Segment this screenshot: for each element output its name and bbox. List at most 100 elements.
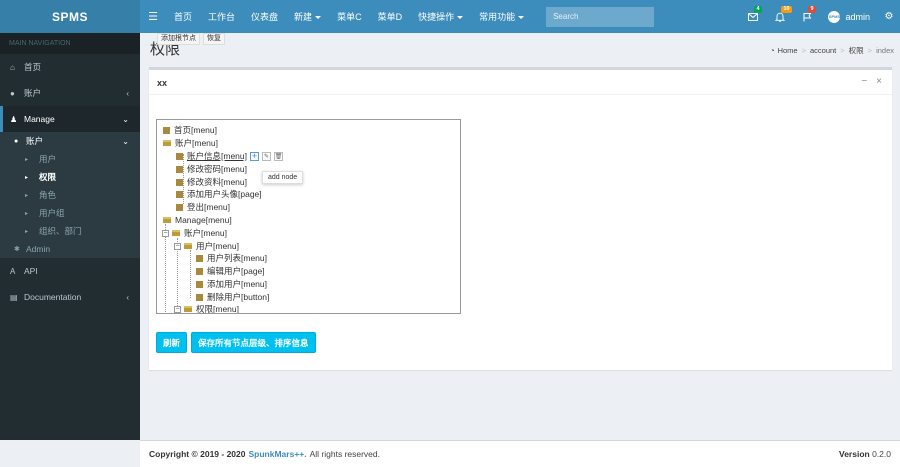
delete-node-icon[interactable]: 🗑: [274, 151, 283, 161]
submenu-item-organization[interactable]: ▸ 组织、部门: [0, 222, 140, 240]
flag-icon: [803, 12, 812, 21]
collapse-switch-icon[interactable]: −: [162, 229, 169, 237]
envelope-icon: [747, 12, 758, 21]
content-header: 权限 ◔ Home > account > 权限 > index: [150, 38, 894, 62]
file-icon: [196, 280, 203, 288]
sidebar-item-home[interactable]: ⌂ 首页: [0, 54, 140, 80]
breadcrumb: ◔ Home > account > 权限 > index: [770, 45, 894, 56]
user-name: admin: [845, 11, 870, 22]
tree-node[interactable]: 修改资料[menu]: [176, 176, 247, 188]
submenu-item-roles[interactable]: ▸ 角色: [0, 186, 140, 204]
submenu-item-users[interactable]: ▸ 用户: [0, 150, 140, 168]
chevron-down-icon: ⌄: [122, 114, 129, 124]
sidebar-item-account[interactable]: ● 账户 ‹: [0, 80, 140, 106]
user-icon: ●: [14, 137, 19, 145]
tree-node[interactable]: − 用户[menu]: [174, 240, 239, 252]
navbar-right: 4 10 9 SPMS admin ⚙: [739, 0, 900, 33]
tree-node[interactable]: 账户[menu]: [163, 137, 218, 149]
messages-button[interactable]: 4: [739, 0, 766, 33]
nav-item-quick-actions[interactable]: 快捷操作: [410, 10, 471, 23]
caret-down-icon: [315, 16, 322, 20]
notifications-badge: 10: [781, 6, 792, 13]
sidebar-item-api[interactable]: A API: [0, 258, 140, 284]
tree-node[interactable]: 编辑用户[page]: [196, 265, 265, 277]
sidebar-toggle-icon[interactable]: ☰: [140, 10, 166, 23]
caret-right-icon: ▸: [25, 192, 29, 199]
dashboard-icon: ◔: [770, 46, 775, 55]
home-icon: ⌂: [10, 62, 15, 72]
tree-node[interactable]: Manage[menu]: [163, 214, 232, 226]
tree-node[interactable]: 添加用户头像[page]: [176, 188, 262, 200]
save-hierarchy-button[interactable]: 保存所有节点层级、排序信息: [191, 332, 316, 353]
collapse-switch-icon[interactable]: −: [174, 305, 181, 313]
app-logo[interactable]: SPMS: [0, 0, 140, 33]
tree-node[interactable]: − 权限[menu]: [174, 303, 239, 313]
nav-item-common-functions[interactable]: 常用功能: [471, 10, 532, 23]
breadcrumb-home[interactable]: Home: [778, 46, 798, 55]
close-icon[interactable]: ×: [876, 76, 882, 87]
caret-right-icon: ▸: [25, 210, 29, 217]
tasks-button[interactable]: 9: [793, 0, 820, 33]
search-input[interactable]: [546, 6, 655, 27]
nav-item-new[interactable]: 新建: [286, 10, 329, 23]
chevron-down-icon: ⌄: [122, 136, 129, 146]
tree-node[interactable]: 用户列表[menu]: [196, 252, 267, 264]
tree-node-selected[interactable]: 账户信息[menu] + ✎ 🗑: [176, 150, 283, 162]
manage-submenu: ● 账户 ⌄ ▸ 用户 ▸ 权限 ▸ 角色 ▸ 用户组 ▸ 组织、部门 ✱ Admin: [0, 132, 140, 258]
sidebar-header: MAIN NAVIGATION: [0, 33, 140, 54]
tree-node[interactable]: 删除用户[button]: [196, 291, 269, 303]
asterisk-icon: ✱: [14, 246, 20, 253]
sidebar-item-documentation[interactable]: ▤ Documentation ‹: [0, 284, 140, 310]
nav-item-workbench[interactable]: 工作台: [200, 10, 243, 23]
file-icon: [196, 293, 203, 301]
nav-item-menu-c[interactable]: 菜单C: [329, 10, 370, 23]
submenu-item-permissions[interactable]: ▸ 权限: [0, 168, 140, 186]
rights-text: All rights reserved.: [309, 449, 380, 459]
caret-right-icon: ▸: [25, 228, 29, 235]
permission-tree[interactable]: 首页[menu] 账户[menu] 账户信息[menu] + ✎ 🗑 修改密码[…: [156, 119, 461, 314]
version-info: Version 0.2.0: [839, 449, 891, 459]
tree-node[interactable]: 修改密码[menu]: [176, 163, 247, 175]
folder-open-icon: [172, 230, 180, 236]
restore-button[interactable]: 恢复: [203, 33, 225, 45]
caret-down-icon: [457, 16, 464, 20]
nav-item-dashboard[interactable]: 仪表盘: [243, 10, 286, 23]
minimize-icon[interactable]: −: [861, 76, 867, 87]
avatar: SPMS: [828, 10, 841, 23]
breadcrumb-current: index: [876, 46, 894, 55]
caret-right-icon: ▸: [25, 156, 29, 163]
file-icon: [163, 126, 170, 134]
file-icon: [196, 267, 203, 275]
nav-item-menu-d[interactable]: 菜单D: [370, 10, 411, 23]
refresh-button[interactable]: 刷新: [156, 332, 188, 353]
gears-icon[interactable]: ⚙: [878, 11, 900, 22]
folder-open-icon: [163, 140, 171, 146]
folder-open-icon: [163, 217, 171, 223]
tree-node[interactable]: − 账户[menu]: [162, 227, 227, 239]
nav-item-home[interactable]: 首页: [166, 10, 200, 23]
caret-down-icon: [518, 16, 525, 20]
folder-open-icon: [184, 243, 192, 249]
chevron-left-icon: ‹: [126, 292, 129, 302]
tree-node[interactable]: 登出[menu]: [176, 201, 230, 213]
file-icon: [176, 203, 183, 211]
notifications-button[interactable]: 10: [766, 0, 793, 33]
bell-icon: [774, 12, 785, 22]
sidebar: MAIN NAVIGATION ⌂ 首页 ● 账户 ‹ ♟ Manage ⌄ ●…: [0, 33, 140, 440]
copyright-text: Copyright © 2019 - 2020: [149, 449, 246, 459]
edit-node-icon[interactable]: ✎: [262, 151, 271, 161]
sidebar-item-manage[interactable]: ♟ Manage ⌄: [0, 106, 140, 132]
tree-node[interactable]: 首页[menu]: [163, 124, 217, 136]
add-node-icon[interactable]: +: [250, 151, 259, 161]
breadcrumb-account[interactable]: account: [810, 46, 836, 55]
user-menu[interactable]: SPMS admin: [820, 10, 878, 23]
box-tools: − ×: [861, 76, 882, 87]
add-root-node-button[interactable]: 添加根节点: [157, 33, 200, 45]
submenu-item-user-groups[interactable]: ▸ 用户组: [0, 204, 140, 222]
submenu-item-account[interactable]: ● 账户 ⌄: [0, 132, 140, 150]
breadcrumb-permissions[interactable]: 权限: [849, 45, 864, 56]
submenu-item-admin[interactable]: ✱ Admin: [0, 240, 140, 258]
tree-node[interactable]: 添加用户[menu]: [196, 278, 267, 290]
collapse-switch-icon[interactable]: −: [174, 242, 181, 250]
footer-brand-link[interactable]: SpunkMars++.: [249, 449, 307, 459]
